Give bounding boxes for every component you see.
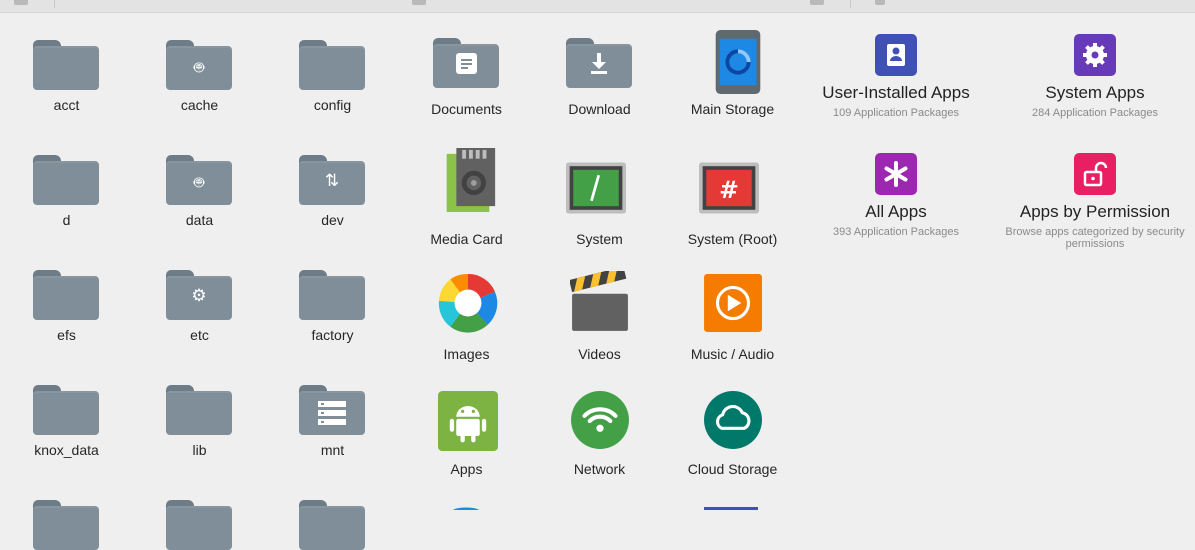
folder-icon [299, 40, 365, 90]
folder-label: dev [321, 212, 344, 228]
folder-item[interactable]: efs [0, 242, 133, 357]
android-icon[interactable] [875, 0, 885, 5]
folder-icon[interactable] [33, 500, 99, 550]
unlock-icon [1074, 153, 1116, 195]
folder-label: data [185, 212, 214, 228]
user-installed-apps[interactable]: User-Installed Apps 109 Application Pack… [796, 12, 996, 132]
folder-item[interactable]: mnt [266, 357, 399, 472]
asterisk-icon [875, 153, 917, 195]
location-images[interactable]: Images [400, 242, 533, 362]
play-icon [704, 274, 762, 332]
folder-label: config [313, 97, 352, 113]
menu-icon[interactable] [14, 0, 28, 5]
location-network[interactable]: Network [533, 357, 666, 477]
android-folder-icon: 🤖︎ [166, 40, 232, 90]
system-apps[interactable]: System Apps 284 Application Packages [995, 12, 1195, 132]
folder-label: efs [57, 327, 76, 343]
download-folder-icon [566, 38, 632, 88]
location-main-storage[interactable]: Main Storage [666, 12, 799, 127]
folder-label: lib [192, 442, 207, 458]
folder-icon [33, 270, 99, 320]
partial-location-icon[interactable] [702, 506, 760, 510]
wifi-icon [571, 391, 629, 449]
folder-icon [299, 270, 365, 320]
app-category-title: System Apps [1045, 83, 1145, 102]
menu-icon[interactable] [412, 0, 426, 5]
location-cloud-storage[interactable]: Cloud Storage [666, 357, 799, 477]
location-label: Download [568, 101, 631, 117]
location-system-root[interactable]: # System (Root) [666, 127, 799, 247]
location-system[interactable]: System [533, 127, 666, 247]
location-label: Main Storage [690, 101, 775, 117]
app-manager-panel: User-Installed Apps 109 Application Pack… [796, 12, 1195, 510]
location-documents[interactable]: Documents [400, 12, 533, 127]
folder-item[interactable]: 🤖︎ cache [133, 12, 266, 127]
folder-label: cache [180, 97, 219, 113]
app-category-subtitle: 284 Application Packages [1032, 107, 1158, 119]
folder-item[interactable]: ⇅ dev [266, 127, 399, 242]
folder-item[interactable]: lib [133, 357, 266, 472]
root-folder-panel: acct 🤖︎ cache config d 🤖︎ data ⇅ dev efs… [0, 12, 400, 550]
app-category-subtitle: 109 Application Packages [833, 107, 959, 119]
sd-card-icon [446, 148, 496, 212]
settings-folder-icon: ⚙ [166, 270, 232, 320]
app-category-title: Apps by Permission [1019, 202, 1171, 221]
app-category-subtitle: 393 Application Packages [833, 226, 959, 238]
folder-item[interactable]: config [266, 12, 399, 127]
android-apps-icon [438, 391, 498, 451]
toolbar-divider [54, 0, 55, 8]
app-category-title: User-Installed Apps [822, 83, 970, 102]
location-apps[interactable]: Apps [400, 357, 533, 477]
folder-label: mnt [320, 442, 345, 458]
folder-icon [33, 40, 99, 90]
folder-item[interactable]: ⚙ etc [133, 242, 266, 357]
folder-item[interactable]: d [0, 127, 133, 242]
android-folder-icon: 🤖︎ [166, 155, 232, 205]
terminal-icon [566, 162, 626, 214]
location-label: Documents [431, 101, 502, 117]
location-videos[interactable]: Videos [533, 242, 666, 362]
folder-icon [166, 385, 232, 435]
root-terminal-icon: # [699, 162, 759, 214]
folder-icon [33, 155, 99, 205]
storage-folder-icon [299, 385, 365, 435]
svg-text:#: # [719, 176, 739, 204]
folder-item[interactable]: 🤖︎ data [133, 127, 266, 242]
folder-label: acct [53, 97, 80, 113]
location-label: Apps [450, 461, 483, 477]
apps-by-permission[interactable]: Apps by Permission Browse apps categoriz… [995, 131, 1195, 251]
folder-icon [33, 385, 99, 435]
transfer-folder-icon: ⇅ [299, 155, 365, 205]
menu-icon[interactable] [810, 0, 824, 5]
phone-storage-icon [715, 30, 761, 94]
folder-label: knox_data [34, 442, 99, 458]
all-apps[interactable]: All Apps 393 Application Packages [796, 131, 996, 251]
location-download[interactable]: Download [533, 12, 666, 127]
folder-icon[interactable] [299, 500, 365, 550]
clapperboard-icon [570, 271, 628, 331]
folder-icon[interactable] [166, 500, 232, 550]
images-icon [438, 274, 498, 333]
documents-folder-icon [433, 38, 499, 88]
cloud-icon [704, 391, 762, 449]
folder-item[interactable]: acct [0, 12, 133, 127]
app-category-subtitle: Browse apps categorized by security perm… [1005, 226, 1185, 250]
folder-item[interactable]: knox_data [0, 357, 133, 472]
location-music-audio[interactable]: Music / Audio [666, 242, 799, 362]
location-label: Cloud Storage [687, 461, 778, 477]
folder-label: etc [190, 327, 209, 343]
folder-label: factory [311, 327, 354, 343]
toolbar-divider [850, 0, 851, 8]
app-category-title: All Apps [865, 202, 927, 221]
locations-panel: Documents Download Main Storage Media Ca… [400, 12, 798, 510]
folder-item[interactable]: factory [266, 242, 399, 357]
gear-icon [1074, 34, 1116, 76]
folder-label: d [62, 212, 71, 228]
location-label: Network [573, 461, 626, 477]
location-media-card[interactable]: Media Card [400, 127, 533, 247]
partial-location-icon[interactable] [437, 506, 495, 510]
user-icon [875, 34, 917, 76]
